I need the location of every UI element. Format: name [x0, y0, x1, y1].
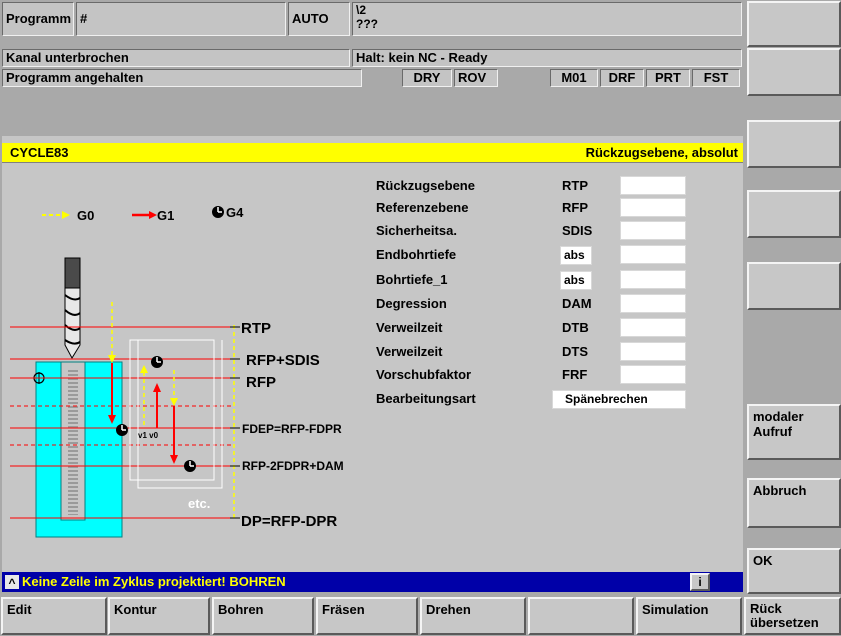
indicator-drf: DRF — [600, 69, 644, 87]
param-row-rtp[interactable]: Rückzugsebene RTP — [376, 176, 706, 196]
param-label: Vorschubfaktor — [376, 367, 472, 382]
vsoftkey-5[interactable] — [747, 262, 841, 310]
vsoftkey-4[interactable] — [747, 190, 841, 238]
abs-toggle[interactable]: abs — [560, 271, 592, 290]
drill-bit-icon — [64, 257, 81, 360]
etc-label: etc. — [188, 496, 210, 511]
legend-g0: G0 — [42, 208, 94, 223]
param-row-bearbeitungsart[interactable]: Bearbeitungsart Spänebrechen — [376, 389, 706, 409]
param-label: Bohrtiefe_1 — [376, 272, 448, 287]
param-label: Sicherheitsa. — [376, 223, 457, 238]
param-row-endbohrtiefe[interactable]: Endbohrtiefe abs — [376, 245, 706, 265]
message-bar: ^ Keine Zeile im Zyklus projektiert! BOH… — [2, 572, 743, 592]
machining-type-select[interactable]: Spänebrechen — [552, 390, 686, 409]
softkey-drehen[interactable]: Drehen — [420, 597, 526, 635]
indicator-prt: PRT — [646, 69, 690, 87]
param-code: DTB — [562, 320, 589, 335]
param-label: Degression — [376, 296, 447, 311]
param-row-dts[interactable]: Verweilzeit DTS — [376, 342, 706, 362]
param-label: Verweilzeit — [376, 320, 443, 335]
param-row-frf[interactable]: Vorschubfaktor FRF — [376, 365, 706, 385]
level-fdep: FDEP=RFP-FDPR — [242, 422, 342, 436]
message-text: Keine Zeile im Zyklus projektiert! BOHRE… — [22, 574, 286, 589]
vsoftkey-modaler-aufruf[interactable]: modaler Aufruf — [747, 404, 841, 460]
back-key-line1: Rück — [750, 601, 782, 616]
abs-toggle[interactable]: abs — [560, 246, 592, 265]
softkey-rueckuebersetzen[interactable]: Rück übersetzen — [744, 597, 841, 635]
legend-g4: G4 — [212, 205, 244, 220]
cycle-title-bar: CYCLE83 Rückzugsebene, absolut — [2, 143, 743, 163]
param-code: FRF — [562, 367, 588, 382]
level-rfp2: RFP-2FDPR+DAM — [242, 459, 344, 473]
param-row-bohrtiefe1[interactable]: Bohrtiefe_1 abs — [376, 270, 706, 290]
param-input-dts[interactable] — [620, 342, 686, 361]
param-code: SDIS — [562, 223, 593, 238]
param-code: DAM — [562, 296, 592, 311]
mode-indicator: AUTO — [288, 2, 350, 36]
nc-status: Halt: kein NC - Ready — [352, 49, 742, 67]
back-key-line2: übersetzen — [750, 615, 819, 630]
param-label: Endbohrtiefe — [376, 247, 457, 262]
param-row-dtb[interactable]: Verweilzeit DTB — [376, 318, 706, 338]
param-code: DTS — [562, 344, 588, 359]
param-row-rfp[interactable]: Referenzebene RFP — [376, 198, 706, 218]
cycle-name: CYCLE83 — [10, 145, 69, 160]
vsoftkey-2[interactable] — [747, 48, 841, 96]
vsoftkey-ok[interactable]: OK — [747, 548, 841, 594]
legend-g4-label: G4 — [226, 205, 244, 220]
level-dp: DP=RFP-DPR — [241, 513, 337, 530]
param-row-dam[interactable]: Degression DAM — [376, 294, 706, 314]
indicator-rov: ROV — [454, 69, 498, 87]
param-input-frf[interactable] — [620, 365, 686, 384]
param-input-sdis[interactable] — [620, 221, 686, 240]
cycle-diagram: G0 G1 G4 v1 v0 etc. RTP RFP+SDIS RFP FDE… — [10, 205, 344, 538]
param-row-sdis[interactable]: Sicherheitsa. SDIS — [376, 221, 706, 241]
channel-status: Kanal unterbrochen — [2, 49, 350, 67]
softkey-simulation[interactable]: Simulation — [636, 597, 742, 635]
param-code: RTP — [562, 178, 588, 193]
param-input-dam[interactable] — [620, 294, 686, 313]
param-input-rfp[interactable] — [620, 198, 686, 217]
param-input-rtp[interactable] — [620, 176, 686, 195]
program-name: # — [76, 2, 286, 36]
vsoftkey-3[interactable] — [747, 120, 841, 168]
legend-g1-label: G1 — [157, 208, 174, 223]
param-description: Rückzugsebene, absolut — [585, 145, 738, 160]
level-rfp-sdis: RFP+SDIS — [246, 352, 320, 369]
indicator-fst: FST — [692, 69, 740, 87]
param-label: Referenzebene — [376, 200, 469, 215]
v1v0-label: v1 v0 — [138, 431, 159, 440]
vsoftkey-1[interactable] — [747, 1, 841, 47]
param-list: Rückzugsebene RTP Referenzebene RFP Sich… — [376, 176, 706, 416]
softkey-edit[interactable]: Edit — [1, 597, 107, 635]
program-status: Programm angehalten — [2, 69, 362, 87]
level-rfp: RFP — [246, 374, 276, 391]
vsoftkey-abbruch[interactable]: Abbruch — [747, 478, 841, 528]
info-button[interactable]: i — [690, 573, 710, 591]
param-label: Rückzugsebene — [376, 178, 475, 193]
path-line2: ??? — [356, 17, 378, 31]
softkey-fraesen[interactable]: Fräsen — [316, 597, 418, 635]
level-rtp: RTP — [241, 320, 271, 337]
indicator-dry: DRY — [402, 69, 452, 87]
scroll-up-button[interactable]: ^ — [5, 575, 19, 590]
param-input-endbohrtiefe[interactable] — [620, 245, 686, 264]
drill-hole — [60, 361, 86, 521]
softkey-bohren[interactable]: Bohren — [212, 597, 314, 635]
param-input-dtb[interactable] — [620, 318, 686, 337]
param-code: RFP — [562, 200, 588, 215]
param-input-bohrtiefe1[interactable] — [620, 270, 686, 289]
path-display: \2 ??? — [352, 2, 742, 36]
indicator-m01: M01 — [550, 69, 598, 87]
program-label: Programm — [2, 2, 74, 36]
legend-g1: G1 — [132, 208, 174, 223]
softkey-empty[interactable] — [528, 597, 634, 635]
param-label: Bearbeitungsart — [376, 391, 476, 406]
legend-g0-label: G0 — [77, 208, 94, 223]
param-label: Verweilzeit — [376, 344, 443, 359]
path-line1: \2 — [356, 3, 367, 17]
softkey-kontur[interactable]: Kontur — [108, 597, 210, 635]
